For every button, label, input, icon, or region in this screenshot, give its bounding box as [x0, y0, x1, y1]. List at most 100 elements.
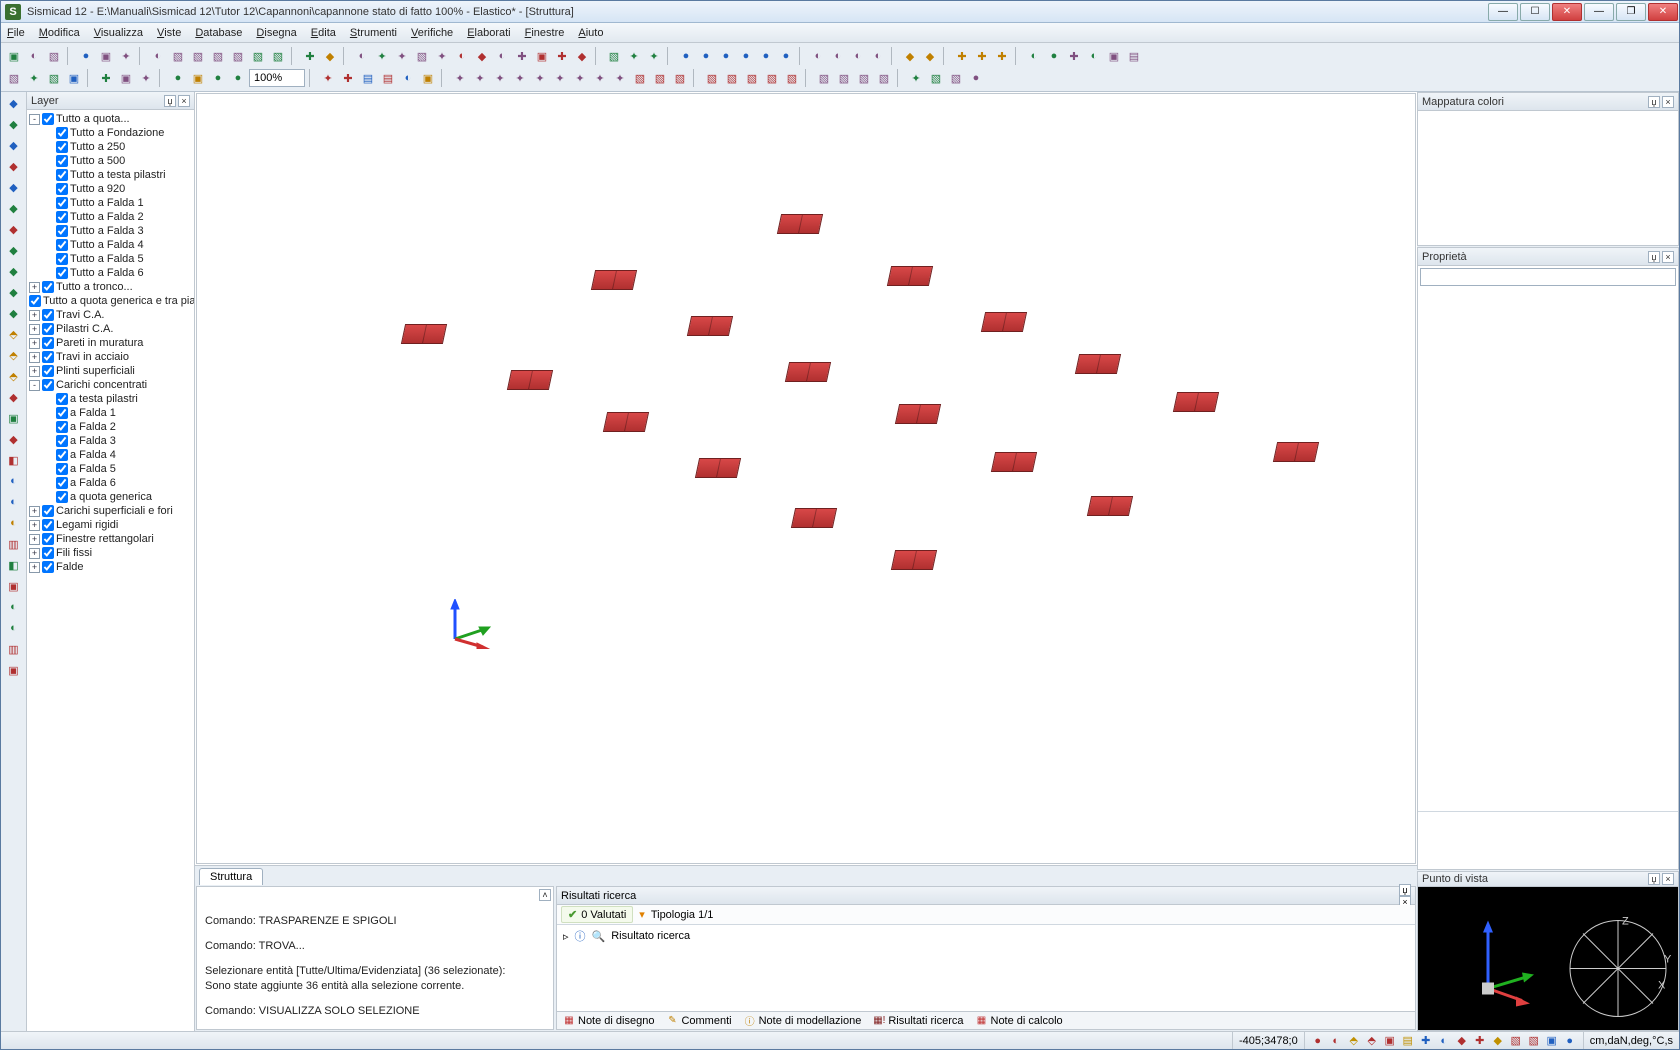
tree-label[interactable]: Tutto a testa pilastri — [70, 169, 166, 181]
grid3-button[interactable]: ◐ — [5, 472, 23, 490]
tree-label[interactable]: Pareti in muratura — [56, 337, 143, 349]
structural-element[interactable] — [895, 404, 941, 424]
opt4-button[interactable]: ◐ — [869, 47, 887, 65]
tree-checkbox[interactable] — [56, 155, 68, 167]
tree-label[interactable]: Tutto a Falda 1 — [70, 197, 144, 209]
tree-expander[interactable]: + — [29, 338, 40, 349]
minimize-button[interactable]: — — [1488, 3, 1518, 21]
v2-button[interactable]: ◆ — [921, 47, 939, 65]
xyz-button[interactable]: ◐ — [1025, 47, 1043, 65]
tube-button[interactable]: ◆ — [5, 430, 23, 448]
tab-struttura[interactable]: Struttura — [199, 868, 263, 885]
open-button[interactable]: ◐ — [25, 47, 43, 65]
tree-checkbox[interactable] — [56, 239, 68, 251]
tree-checkbox[interactable] — [56, 477, 68, 489]
status-view-icon[interactable]: ▧ — [1509, 1034, 1523, 1048]
opt3-button[interactable]: ◐ — [849, 47, 867, 65]
tree-expander[interactable]: + — [29, 520, 40, 531]
redo-button[interactable]: ✦ — [117, 47, 135, 65]
structural-element[interactable] — [777, 214, 823, 234]
sphere-button[interactable]: ▣ — [65, 69, 83, 87]
red4-button[interactable]: ✦ — [511, 69, 529, 87]
tree-checkbox[interactable] — [42, 309, 54, 321]
beam-button[interactable]: ✦ — [393, 47, 411, 65]
help-button[interactable]: ▤ — [1125, 47, 1143, 65]
cut-button[interactable]: ✦ — [645, 47, 663, 65]
sel-obj-button[interactable]: ◆ — [5, 241, 23, 259]
status-plus-icon[interactable]: ◆ — [1455, 1034, 1469, 1048]
tree-label[interactable]: Tutto a quota... — [56, 113, 130, 125]
tool-a-button[interactable]: ● — [677, 47, 695, 65]
frame-button[interactable]: ◐ — [5, 493, 23, 511]
axis-x-button[interactable]: ⬘ — [5, 325, 23, 343]
results-tab-1[interactable]: ✎Commenti — [666, 1015, 731, 1027]
status-b-icon[interactable]: ● — [1563, 1034, 1577, 1048]
pov-viewport[interactable]: Z Y X — [1418, 887, 1678, 1030]
structural-element[interactable] — [887, 266, 933, 286]
results-pin-button[interactable]: џ — [1399, 884, 1411, 896]
tree-checkbox[interactable] — [42, 323, 54, 335]
tree-label[interactable]: Tutto a tronco... — [56, 281, 133, 293]
tree-checkbox[interactable] — [42, 505, 54, 517]
tree-expander[interactable]: + — [29, 310, 40, 321]
arch-button[interactable]: ✚ — [513, 47, 531, 65]
status-snap-icon[interactable]: ◐ — [1329, 1034, 1343, 1048]
menu-verifiche[interactable]: Verifiche — [411, 27, 453, 39]
box-button[interactable]: ▣ — [5, 409, 23, 427]
tree-label[interactable]: a testa pilastri — [70, 393, 138, 405]
save-button[interactable]: ▧ — [45, 47, 63, 65]
status-magnet-icon[interactable]: ✚ — [1419, 1034, 1433, 1048]
structural-element[interactable] — [695, 458, 741, 478]
tree-checkbox[interactable] — [56, 253, 68, 265]
blue4-button[interactable]: ▧ — [763, 69, 781, 87]
db1-button[interactable]: ▧ — [249, 47, 267, 65]
zoom-win-button[interactable]: ● — [169, 69, 187, 87]
zoom-out-button[interactable]: ● — [209, 69, 227, 87]
tree-expander[interactable]: - — [29, 380, 40, 391]
results-tab-3[interactable]: ▦!Risultati ricerca — [873, 1015, 963, 1027]
cube-button[interactable]: ◆ — [5, 388, 23, 406]
calc-button[interactable]: ▧ — [947, 69, 965, 87]
grid-button[interactable]: ◐ — [149, 47, 167, 65]
tree-checkbox[interactable] — [42, 281, 54, 293]
structural-element[interactable] — [401, 324, 447, 344]
arrow-button[interactable]: ✦ — [319, 69, 337, 87]
menu-strumenti[interactable]: Strumenti — [350, 27, 397, 39]
tree-checkbox[interactable] — [42, 337, 54, 349]
ortho-button[interactable]: ▤ — [379, 69, 397, 87]
tool-d-button[interactable]: ● — [737, 47, 755, 65]
tree-checkbox[interactable] — [56, 463, 68, 475]
sel-fence-button[interactable]: ◆ — [5, 178, 23, 196]
red5-button[interactable]: ✦ — [531, 69, 549, 87]
red3-button[interactable]: ✦ — [491, 69, 509, 87]
steel-button[interactable]: ◆ — [473, 47, 491, 65]
tree-expander[interactable]: + — [29, 562, 40, 573]
car2-button[interactable]: ▧ — [835, 69, 853, 87]
rot-button[interactable]: ✚ — [97, 69, 115, 87]
tree-checkbox[interactable] — [56, 225, 68, 237]
red10-button[interactable]: ▧ — [631, 69, 649, 87]
tree-expander[interactable]: + — [29, 282, 40, 293]
bulb-button[interactable]: ✦ — [137, 69, 155, 87]
tree-label[interactable]: Travi C.A. — [56, 309, 105, 321]
structural-element[interactable] — [981, 312, 1027, 332]
axis-y-button[interactable]: ⬘ — [5, 346, 23, 364]
grp-button[interactable]: ● — [1045, 47, 1063, 65]
view3d-button[interactable]: ▤ — [359, 69, 377, 87]
tree-checkbox[interactable] — [56, 407, 68, 419]
cfg1-button[interactable]: ▧ — [169, 47, 187, 65]
tree-label[interactable]: Falde — [56, 561, 84, 573]
tree-checkbox[interactable] — [42, 351, 54, 363]
expand-icon[interactable]: ▹ — [563, 930, 569, 943]
tool-button[interactable]: ▣ — [5, 661, 23, 679]
menu-modifica[interactable]: Modifica — [39, 27, 80, 39]
map-close-button[interactable]: × — [1662, 96, 1674, 108]
red7-button[interactable]: ✦ — [571, 69, 589, 87]
viewport-3d[interactable] — [196, 93, 1416, 864]
found-button[interactable]: ◐ — [453, 47, 471, 65]
blue1-button[interactable]: ▧ — [703, 69, 721, 87]
blue2-button[interactable]: ▧ — [723, 69, 741, 87]
undo-button[interactable]: ▣ — [97, 47, 115, 65]
cfg2-button[interactable]: ▧ — [189, 47, 207, 65]
results-tab-2[interactable]: ⓘNote di modellazione — [744, 1015, 862, 1027]
